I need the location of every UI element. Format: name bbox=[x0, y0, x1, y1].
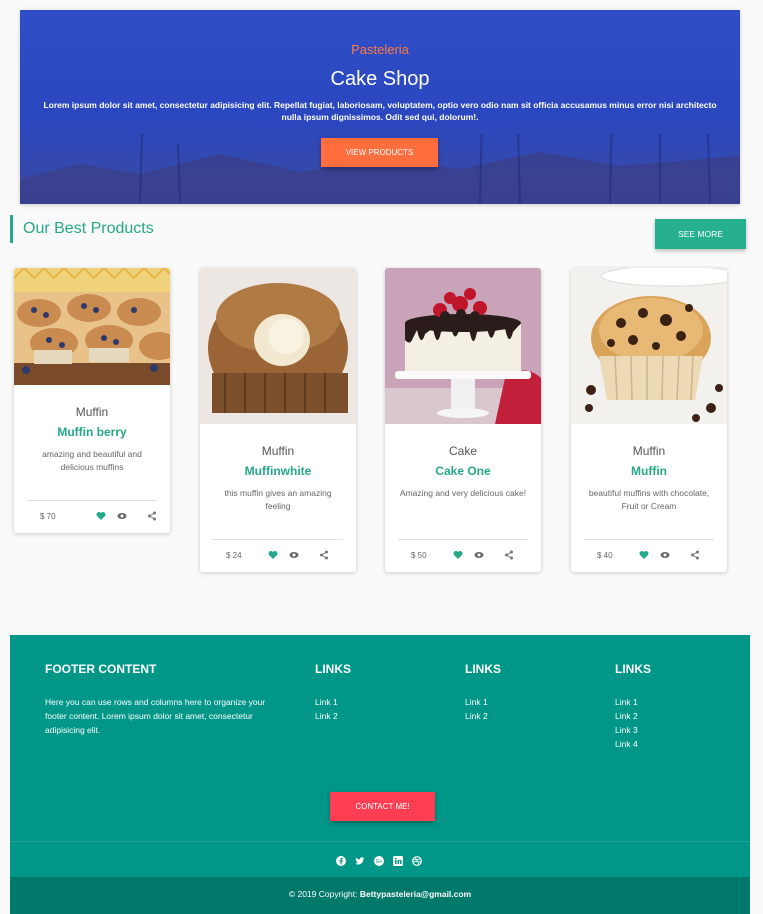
linkedin-icon[interactable] bbox=[393, 853, 403, 866]
product-image bbox=[14, 268, 170, 385]
product-category: Muffin bbox=[261, 444, 295, 458]
heart-icon[interactable] bbox=[96, 511, 106, 521]
hero-subtitle: Pasteleria bbox=[351, 42, 409, 57]
product-card: Muffin Muffin berry amazing and beautifu… bbox=[14, 268, 170, 533]
social-icons: G+ bbox=[334, 853, 430, 866]
copyright-bar: © 2019 Copyright: Bettypasteleria@gmail.… bbox=[10, 877, 750, 914]
product-description: beautiful muffins with chocolate, Fruit … bbox=[588, 488, 710, 511]
facebook-icon[interactable] bbox=[336, 853, 346, 866]
product-name[interactable]: Muffinwhite bbox=[200, 464, 356, 478]
product-image bbox=[385, 268, 541, 424]
product-card-footer: $ 24 bbox=[213, 539, 343, 572]
heart-icon[interactable] bbox=[639, 550, 649, 560]
footer-heading: FOOTER CONTENT bbox=[45, 662, 157, 676]
links-column-1: Link 1 Link 2 bbox=[315, 695, 338, 723]
share-icon[interactable] bbox=[504, 550, 514, 560]
product-description: Amazing and very delicious cake! bbox=[399, 488, 527, 498]
footer-link[interactable]: Link 1 bbox=[465, 695, 488, 709]
product-image bbox=[200, 268, 356, 424]
see-more-button[interactable]: SEE MORE bbox=[655, 219, 746, 249]
eye-icon[interactable] bbox=[117, 511, 127, 521]
product-card: Muffin Muffin beautiful muffins with cho… bbox=[571, 268, 727, 572]
heart-icon[interactable] bbox=[453, 550, 463, 560]
product-card: Muffin Muffinwhite this muffin gives an … bbox=[200, 268, 356, 572]
product-name[interactable]: Muffin berry bbox=[14, 425, 170, 439]
product-price: $ 40 bbox=[597, 551, 613, 560]
product-category: Muffin bbox=[75, 405, 109, 419]
product-description: amazing and beautiful and delicious muff… bbox=[42, 449, 142, 472]
footer-link[interactable]: Link 3 bbox=[615, 723, 638, 737]
links-heading: LINKS bbox=[465, 662, 501, 676]
product-name[interactable]: Cake One bbox=[385, 464, 541, 478]
page-footer: FOOTER CONTENT Here you can use rows and… bbox=[10, 635, 750, 914]
links-heading: LINKS bbox=[615, 662, 651, 676]
hero-text: Lorem ipsum dolor sit amet, consectetur … bbox=[43, 100, 717, 122]
product-image bbox=[571, 268, 727, 424]
share-icon[interactable] bbox=[319, 550, 329, 560]
dribbble-icon[interactable] bbox=[412, 853, 422, 866]
product-card: Cake Cake One Amazing and very delicious… bbox=[385, 268, 541, 572]
contact-me-button[interactable]: CONTACT ME! bbox=[330, 792, 435, 821]
footer-link[interactable]: Link 1 bbox=[615, 695, 638, 709]
eye-icon[interactable] bbox=[474, 550, 484, 560]
google-plus-icon[interactable]: G+ bbox=[374, 853, 384, 866]
product-name[interactable]: Muffin bbox=[571, 464, 727, 478]
eye-icon[interactable] bbox=[660, 550, 670, 560]
footer-link[interactable]: Link 4 bbox=[615, 737, 638, 751]
footer-link[interactable]: Link 2 bbox=[465, 709, 488, 723]
eye-icon[interactable] bbox=[289, 550, 299, 560]
product-category: Muffin bbox=[632, 444, 666, 458]
section-accent-bar bbox=[10, 215, 13, 243]
links-heading: LINKS bbox=[315, 662, 351, 676]
copyright-email[interactable]: Bettypasteleria@gmail.com bbox=[360, 889, 471, 899]
hero-title: Cake Shop bbox=[330, 68, 430, 90]
footer-divider bbox=[10, 841, 750, 842]
heart-icon[interactable] bbox=[268, 550, 278, 560]
product-price: $ 50 bbox=[411, 551, 427, 560]
product-card-footer: $ 70 bbox=[27, 500, 157, 533]
section-title: Our Best Products bbox=[23, 220, 154, 237]
footer-link[interactable]: Link 2 bbox=[615, 709, 638, 723]
share-icon[interactable] bbox=[147, 511, 157, 521]
copyright-text: © 2019 Copyright: bbox=[288, 889, 360, 899]
svg-text:G+: G+ bbox=[376, 859, 383, 865]
twitter-icon[interactable] bbox=[355, 853, 365, 865]
hero-banner: Pasteleria Cake Shop Lorem ipsum dolor s… bbox=[20, 10, 740, 204]
footer-text: Here you can use rows and columns here t… bbox=[45, 697, 266, 735]
links-column-2: Link 1 Link 2 bbox=[465, 695, 488, 723]
view-products-button[interactable]: VIEW PRODUCTS bbox=[321, 138, 438, 167]
product-category: Cake bbox=[448, 444, 477, 458]
product-card-footer: $ 40 bbox=[584, 539, 714, 572]
footer-link[interactable]: Link 2 bbox=[315, 709, 338, 723]
product-description: this muffin gives an amazing feeling bbox=[224, 488, 332, 511]
product-price: $ 24 bbox=[226, 551, 242, 560]
footer-link[interactable]: Link 1 bbox=[315, 695, 338, 709]
share-icon[interactable] bbox=[690, 550, 700, 560]
product-card-footer: $ 50 bbox=[398, 539, 528, 572]
product-price: $ 70 bbox=[40, 512, 56, 521]
links-column-3: Link 1 Link 2 Link 3 Link 4 bbox=[615, 695, 638, 751]
